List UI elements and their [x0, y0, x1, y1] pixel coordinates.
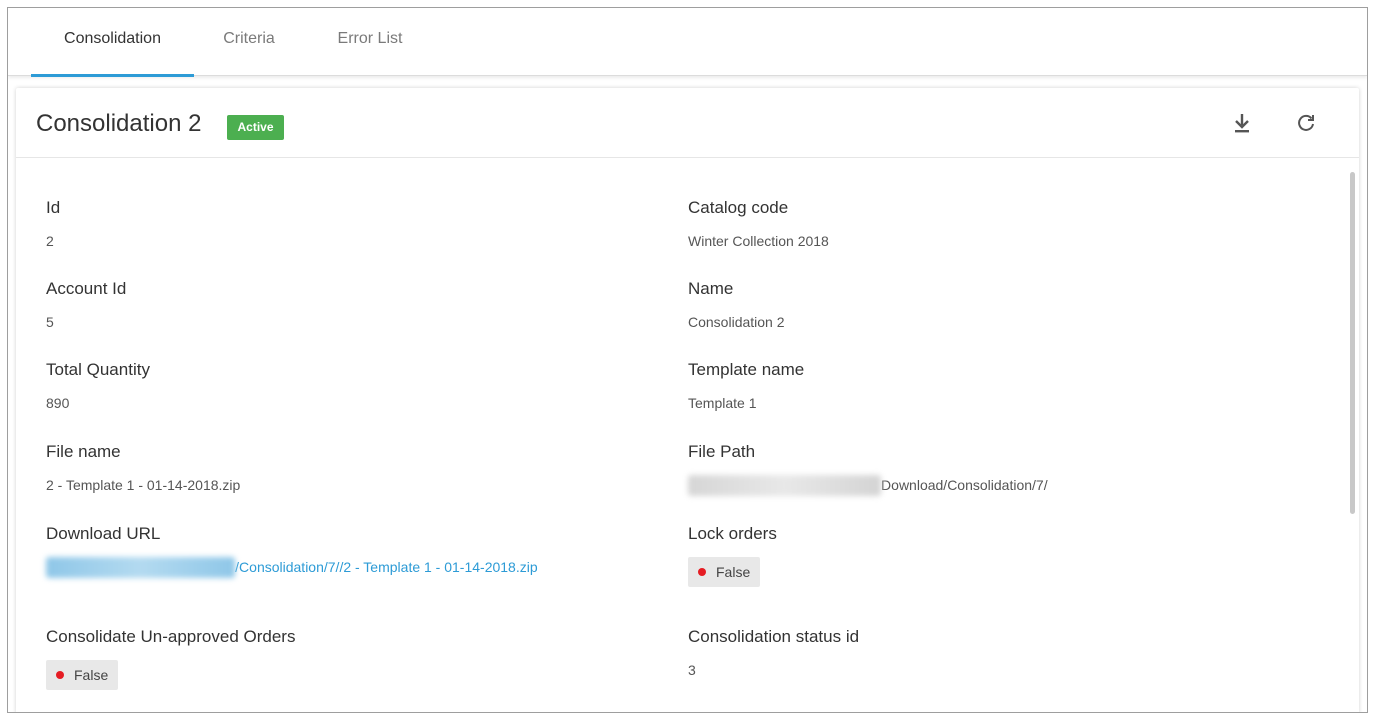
field-label: Total Quantity — [46, 360, 150, 379]
field-id: Id 2 — [46, 198, 666, 252]
tab-criteria[interactable]: Criteria — [204, 8, 294, 76]
field-label: Consolidate Un-approved Orders — [46, 627, 296, 646]
field-download-url: Download URL http://192.168.1.36:8080/St… — [46, 524, 666, 578]
app-frame: Consolidation Criteria Error List Consol… — [7, 7, 1368, 713]
field-consolidate-unapproved: Consolidate Un-approved Orders False — [46, 627, 666, 690]
redacted-text: http://192.168.1.36:8080/Store/ — [688, 475, 882, 496]
file-path-text: Download/Consolidation/7/ — [881, 477, 1048, 493]
field-account-id: Account Id 5 — [46, 279, 666, 333]
field-value: 5 — [46, 314, 54, 330]
status-badge: Active — [227, 115, 284, 140]
download-button[interactable] — [1227, 108, 1257, 138]
field-label: File Path — [688, 442, 756, 461]
download-url-link[interactable]: http://192.168.1.36:8080/Store/Consolida… — [46, 557, 666, 578]
field-label: Id — [46, 198, 61, 217]
tab-bar: Consolidation Criteria Error List — [8, 8, 1367, 77]
download-url-text[interactable]: /Consolidation/7//2 - Template 1 - 01-14… — [235, 559, 537, 575]
field-value: Template 1 — [688, 395, 757, 411]
card-header: Consolidation 2 Active — [16, 88, 1359, 158]
refresh-icon — [1298, 114, 1314, 131]
field-value: 3 — [688, 662, 696, 678]
field-value: http://192.168.1.36:8080/Store/Download/… — [688, 475, 1308, 496]
field-name: Name Consolidation 2 — [688, 279, 1308, 333]
field-label: Catalog code — [688, 198, 789, 217]
field-template-name: Template name Template 1 — [688, 360, 1308, 414]
false-chip: False — [688, 557, 761, 587]
field-catalog-code: Catalog code Winter Collection 2018 — [688, 198, 1308, 252]
false-chip: False — [46, 660, 119, 690]
status-dot-icon — [698, 568, 706, 576]
field-value: Consolidation 2 — [688, 314, 785, 330]
field-label: File name — [46, 442, 121, 461]
field-label: Download URL — [46, 524, 161, 543]
field-file-name: File name 2 - Template 1 - 01-14-2018.zi… — [46, 442, 666, 496]
field-label: Name — [688, 279, 734, 298]
field-consolidation-status-id: Consolidation status id 3 — [688, 627, 1308, 681]
page-title: Consolidation 2 — [36, 110, 202, 137]
field-value: 2 - Template 1 - 01-14-2018.zip — [46, 477, 241, 493]
tab-error-list[interactable]: Error List — [318, 8, 422, 76]
refresh-button[interactable] — [1291, 108, 1321, 138]
field-label: Consolidation status id — [688, 627, 860, 646]
chip-label: False — [74, 667, 109, 683]
chip-label: False — [716, 564, 751, 580]
field-total-quantity: Total Quantity 890 — [46, 360, 666, 414]
download-icon — [1235, 114, 1249, 133]
details-card: Consolidation 2 Active Id 2 Account Id 5… — [16, 88, 1359, 712]
field-lock-orders: Lock orders False — [688, 524, 1308, 587]
field-file-path: File Path http://192.168.1.36:8080/Store… — [688, 442, 1308, 496]
field-label: Account Id — [46, 279, 127, 298]
field-label: Template name — [688, 360, 805, 379]
tab-consolidation[interactable]: Consolidation — [31, 8, 194, 77]
field-value: 2 — [46, 233, 54, 249]
field-value: 890 — [46, 395, 70, 411]
scrollbar[interactable] — [1350, 172, 1355, 514]
redacted-text: http://192.168.1.36:8080/Store — [46, 557, 236, 578]
status-dot-icon — [56, 671, 64, 679]
field-label: Lock orders — [688, 524, 777, 543]
field-value: Winter Collection 2018 — [688, 233, 829, 249]
